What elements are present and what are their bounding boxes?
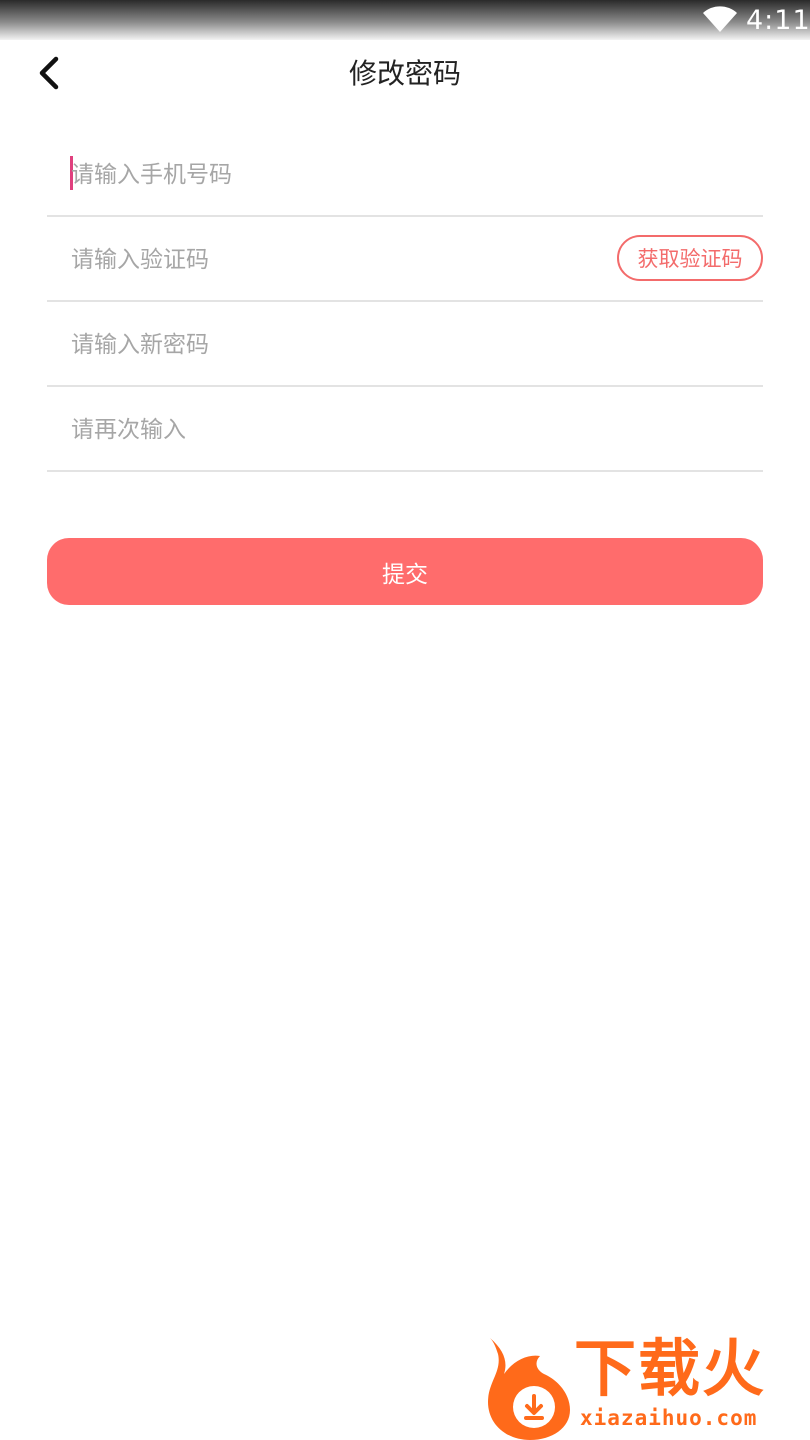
new-password-input[interactable] <box>71 320 591 370</box>
page-title: 修改密码 <box>348 57 461 90</box>
watermark-title: 下载火 <box>574 1332 767 1405</box>
change-password-form: 获取验证码 <box>47 132 763 472</box>
confirm-password-field-row <box>47 387 763 472</box>
phone-input[interactable] <box>71 150 591 200</box>
phone-field-row <box>47 132 763 217</box>
status-time: 4:11 <box>746 5 810 36</box>
code-field-row: 获取验证码 <box>47 217 763 302</box>
watermark-logo: 下载火 xiazaihuo.com <box>478 1332 810 1440</box>
submit-button[interactable]: 提交 <box>47 538 763 605</box>
wifi-icon <box>703 6 737 32</box>
status-bar: 4:11 <box>0 0 810 40</box>
get-code-button[interactable]: 获取验证码 <box>617 235 763 281</box>
watermark-url: xiazaihuo.com <box>580 1406 758 1430</box>
verification-code-input[interactable] <box>71 235 591 285</box>
confirm-password-input[interactable] <box>71 405 591 455</box>
new-password-field-row <box>47 302 763 387</box>
header: 修改密码 <box>0 40 810 110</box>
flame-logo-icon <box>488 1338 570 1440</box>
